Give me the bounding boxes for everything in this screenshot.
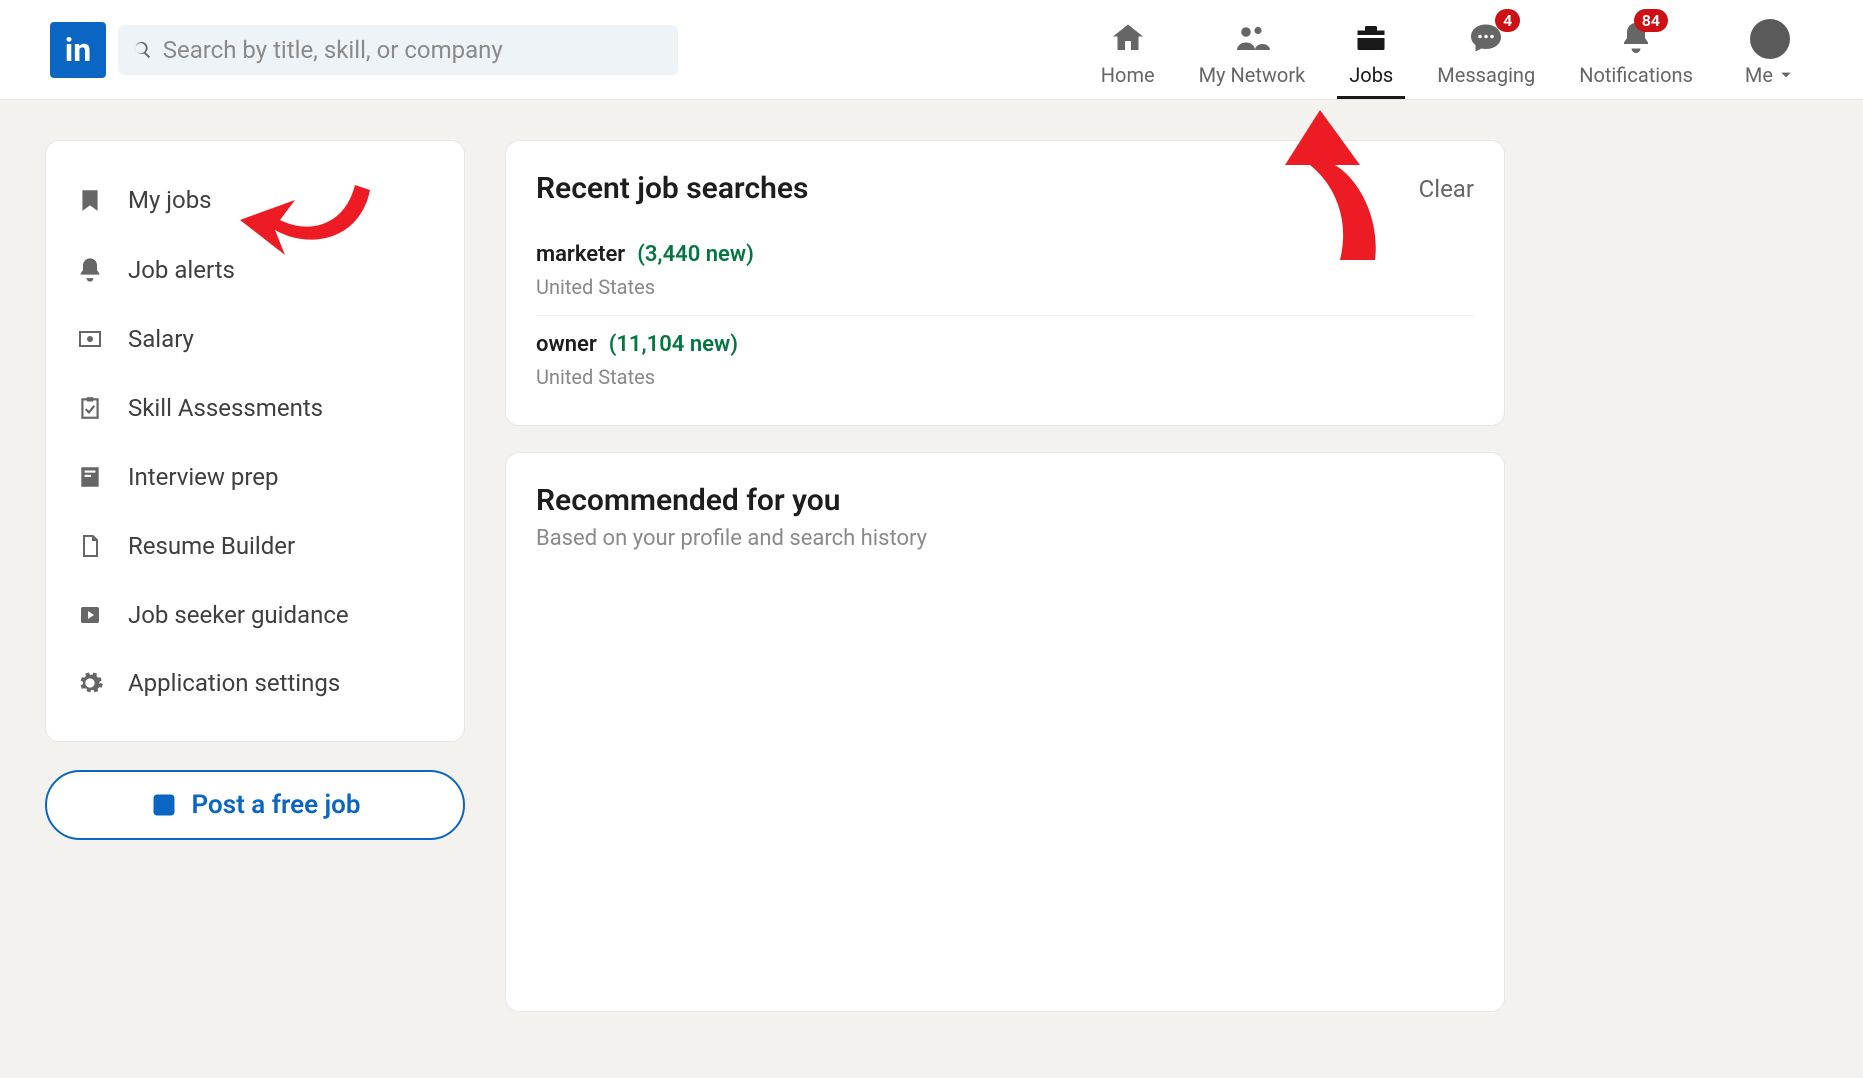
search-box[interactable] xyxy=(118,25,678,75)
sidebar-item-resume-builder[interactable]: Resume Builder xyxy=(66,511,444,581)
sidebar: My jobs Job alerts Salary Skill Assessme… xyxy=(45,140,465,1038)
briefcase-icon xyxy=(1351,20,1391,56)
sidebar-item-job-seeker-guidance[interactable]: Job seeker guidance xyxy=(66,581,444,649)
play-icon xyxy=(76,603,104,627)
search-location: United States xyxy=(536,365,1474,389)
clipboard-check-icon xyxy=(77,393,103,423)
sidebar-item-label: Skill Assessments xyxy=(128,394,323,422)
home-icon xyxy=(1110,20,1146,56)
bookmark-icon xyxy=(77,185,103,215)
nav-home[interactable]: Home xyxy=(1079,0,1177,99)
bell-icon xyxy=(76,255,104,285)
sidebar-item-label: Job seeker guidance xyxy=(128,601,349,629)
avatar xyxy=(1750,19,1790,59)
sidebar-item-salary[interactable]: Salary xyxy=(66,305,444,373)
nav-notifications[interactable]: 84 Notifications xyxy=(1557,0,1715,99)
sidebar-item-job-alerts[interactable]: Job alerts xyxy=(66,235,444,305)
document-icon xyxy=(77,463,103,491)
nav-messaging-label: Messaging xyxy=(1437,63,1535,87)
sidebar-item-label: Job alerts xyxy=(128,256,235,284)
search-new-count: (3,440 new) xyxy=(637,242,754,267)
search-input[interactable] xyxy=(163,36,664,64)
notifications-badge: 84 xyxy=(1634,9,1668,32)
file-icon xyxy=(78,531,102,561)
recent-search-row[interactable]: marketer (3,440 new) United States xyxy=(536,226,1474,316)
post-free-job-button[interactable]: Post a free job xyxy=(45,770,465,840)
people-icon xyxy=(1232,20,1272,56)
sidebar-item-skill-assessments[interactable]: Skill Assessments xyxy=(66,373,444,443)
gear-icon xyxy=(76,669,104,697)
recent-searches-title: Recent job searches xyxy=(536,171,808,206)
nav-items: Home My Network Jobs 4 Messaging 84 Noti… xyxy=(1079,0,1813,99)
clear-link[interactable]: Clear xyxy=(1419,175,1474,203)
top-nav: in Home My Network Jobs 4 Messaging xyxy=(0,0,1863,100)
sidebar-item-label: My jobs xyxy=(128,186,212,214)
main-container: My jobs Job alerts Salary Skill Assessme… xyxy=(0,100,1863,1078)
nav-network[interactable]: My Network xyxy=(1177,0,1328,99)
edit-icon xyxy=(150,791,178,819)
nav-messaging[interactable]: 4 Messaging xyxy=(1415,0,1557,99)
sidebar-item-application-settings[interactable]: Application settings xyxy=(66,649,444,717)
sidebar-item-label: Application settings xyxy=(128,669,340,697)
sidebar-item-interview-prep[interactable]: Interview prep xyxy=(66,443,444,511)
nav-jobs[interactable]: Jobs xyxy=(1327,0,1415,99)
nav-home-label: Home xyxy=(1101,63,1155,87)
linkedin-logo[interactable]: in xyxy=(50,22,106,78)
recent-search-row[interactable]: owner (11,104 new) United States xyxy=(536,316,1474,405)
sidebar-item-label: Salary xyxy=(128,325,194,353)
nav-notifications-label: Notifications xyxy=(1579,63,1693,87)
sidebar-item-label: Resume Builder xyxy=(128,532,295,560)
search-term: marketer xyxy=(536,242,625,267)
recommended-title: Recommended for you xyxy=(536,483,1474,518)
search-new-count: (11,104 new) xyxy=(609,332,738,357)
sidebar-item-label: Interview prep xyxy=(128,463,278,491)
search-location: United States xyxy=(536,275,1474,299)
post-job-label: Post a free job xyxy=(192,790,361,820)
nav-network-label: My Network xyxy=(1199,63,1306,87)
nav-me-label: Me xyxy=(1745,63,1773,87)
messaging-badge: 4 xyxy=(1495,9,1520,32)
sidebar-item-my-jobs[interactable]: My jobs xyxy=(66,165,444,235)
search-icon xyxy=(132,39,153,61)
search-term: owner xyxy=(536,332,597,357)
nav-jobs-label: Jobs xyxy=(1349,63,1393,87)
recommended-subtitle: Based on your profile and search history xyxy=(536,526,1474,551)
sidebar-card: My jobs Job alerts Salary Skill Assessme… xyxy=(45,140,465,742)
nav-me[interactable]: Me xyxy=(1715,0,1813,99)
recent-searches-panel: Recent job searches Clear marketer (3,44… xyxy=(505,140,1505,426)
recommended-panel: Recommended for you Based on your profil… xyxy=(505,452,1505,1012)
caret-down-icon xyxy=(1777,68,1795,82)
money-icon xyxy=(75,327,105,351)
main-column: Recent job searches Clear marketer (3,44… xyxy=(505,140,1505,1038)
